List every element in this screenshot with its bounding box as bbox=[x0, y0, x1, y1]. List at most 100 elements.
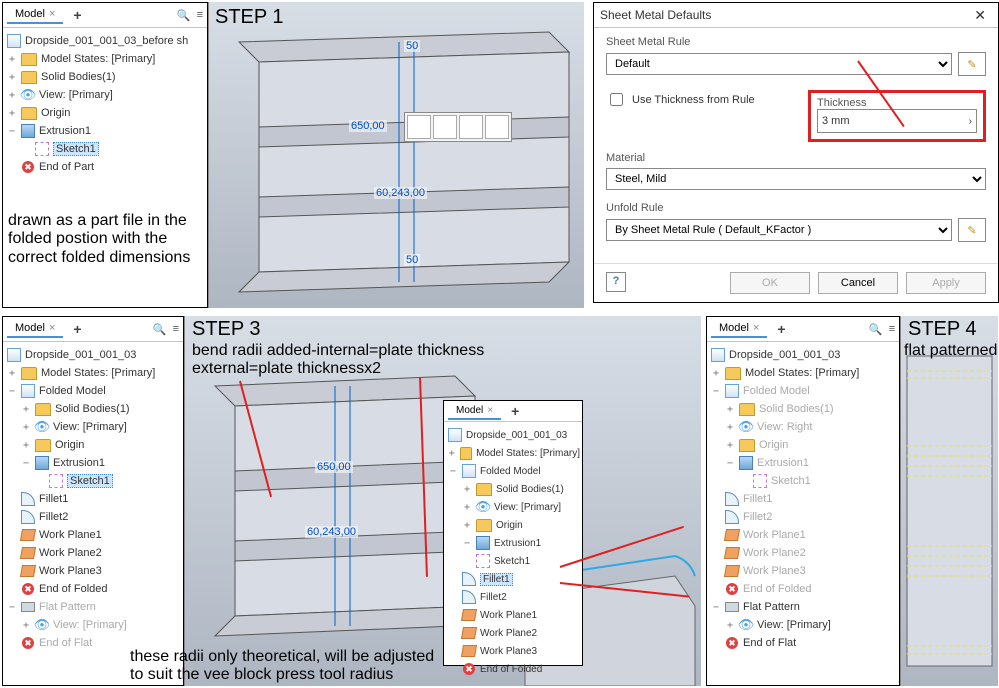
tab-add-mini[interactable]: + bbox=[505, 403, 525, 419]
close-icon[interactable]: × bbox=[49, 322, 55, 334]
tree-wp1[interactable]: Work Plane1 bbox=[7, 526, 181, 544]
tree-model-states[interactable]: +Model States: [Primary] bbox=[448, 444, 580, 462]
edit-unfold-button[interactable]: ✎ bbox=[958, 218, 986, 242]
ok-button[interactable]: OK bbox=[730, 272, 810, 294]
note-step1: drawn as a part file in the folded posti… bbox=[8, 212, 190, 267]
tab-model[interactable]: Model× bbox=[711, 320, 767, 338]
thickness-input[interactable]: 3 mm› bbox=[817, 109, 977, 133]
tree-view-flat[interactable]: +👁View: [Primary] bbox=[711, 616, 897, 634]
tree-flat-pattern[interactable]: −Flat Pattern bbox=[711, 598, 897, 616]
tree-origin[interactable]: +Origin bbox=[7, 104, 205, 122]
material-select[interactable]: Steel, Mild bbox=[606, 168, 986, 190]
search-icon[interactable]: 🔍 bbox=[153, 323, 167, 336]
menu-icon[interactable]: ≡ bbox=[889, 323, 895, 336]
tree-end-folded[interactable]: ✖End of Folded bbox=[711, 580, 897, 598]
tree-root[interactable]: Dropside_001_001_03 bbox=[448, 426, 580, 444]
sheet-metal-rule-select[interactable]: Default bbox=[606, 53, 952, 75]
tree-fillet2[interactable]: Fillet2 bbox=[448, 588, 580, 606]
tree-view[interactable]: +👁View: [Primary] bbox=[7, 418, 181, 436]
apply-button[interactable]: Apply bbox=[906, 272, 986, 294]
menu-icon[interactable]: ≡ bbox=[197, 9, 203, 22]
unfold-rule-select[interactable]: By Sheet Metal Rule ( Default_KFactor ) bbox=[606, 219, 952, 241]
label-thickness: Thickness bbox=[817, 97, 977, 109]
tree-fillet1[interactable]: Fillet1 bbox=[448, 570, 580, 588]
dim-lower: 60,243,00 bbox=[305, 526, 358, 538]
menu-icon[interactable]: ≡ bbox=[173, 323, 179, 336]
tab-add[interactable]: + bbox=[67, 7, 87, 23]
tree-root[interactable]: Dropside_001_001_03_before sh bbox=[7, 32, 205, 50]
tree-root[interactable]: Dropside_001_001_03 bbox=[7, 346, 181, 364]
tree-root[interactable]: Dropside_001_001_03 bbox=[711, 346, 897, 364]
close-icon[interactable]: × bbox=[49, 8, 55, 20]
tree-solid-bodies[interactable]: +Solid Bodies(1) bbox=[7, 68, 205, 86]
close-icon[interactable]: × bbox=[753, 322, 759, 334]
tree-fillet1[interactable]: Fillet1 bbox=[7, 490, 181, 508]
tree-extrusion[interactable]: −Extrusion1 bbox=[7, 454, 181, 472]
note-step3b: these radii only theoretical, will be ad… bbox=[130, 648, 434, 685]
tree-end-folded[interactable]: ✖End of Folded bbox=[7, 580, 181, 598]
tree-end-of-part[interactable]: ✖End of Part bbox=[7, 158, 205, 176]
use-thickness-input[interactable] bbox=[610, 93, 623, 106]
dim-tool-4[interactable] bbox=[485, 115, 509, 139]
tree-folded-model[interactable]: −Folded Model bbox=[711, 382, 897, 400]
tab-model[interactable]: Model× bbox=[7, 320, 63, 338]
tree-fillet1[interactable]: Fillet1 bbox=[711, 490, 897, 508]
tree-model-states[interactable]: +Model States: [Primary] bbox=[7, 364, 181, 382]
dim-top: 50 bbox=[404, 40, 420, 52]
viewport-flat-pattern bbox=[901, 316, 998, 686]
use-thickness-checkbox[interactable]: Use Thickness from Rule bbox=[606, 90, 755, 109]
tree-view-right[interactable]: +👁View: Right bbox=[711, 418, 897, 436]
tree-solid-bodies[interactable]: +Solid Bodies(1) bbox=[7, 400, 181, 418]
tree-origin[interactable]: +Origin bbox=[7, 436, 181, 454]
tree-folded-model[interactable]: −Folded Model bbox=[448, 462, 580, 480]
label-material: Material bbox=[606, 152, 986, 164]
tree-wp3[interactable]: Work Plane3 bbox=[448, 642, 580, 660]
dim-bottom: 50 bbox=[404, 254, 420, 266]
help-button[interactable]: ? bbox=[606, 272, 626, 292]
tree-solid-bodies[interactable]: +Solid Bodies(1) bbox=[711, 400, 897, 418]
tree-extrusion[interactable]: −Extrusion1 bbox=[448, 534, 580, 552]
tree-folded-model[interactable]: −Folded Model bbox=[7, 382, 181, 400]
tab-model[interactable]: Model× bbox=[7, 6, 63, 24]
tree-model-states[interactable]: +Model States: [Primary] bbox=[7, 50, 205, 68]
dimension-toolbar[interactable] bbox=[404, 112, 512, 142]
tree-sketch[interactable]: Sketch1 bbox=[711, 472, 897, 490]
tree-view-flat[interactable]: +👁View: [Primary] bbox=[7, 616, 181, 634]
tab-add[interactable]: + bbox=[67, 321, 87, 337]
tree-wp2[interactable]: Work Plane2 bbox=[448, 624, 580, 642]
tree-solid-bodies[interactable]: +Solid Bodies(1) bbox=[448, 480, 580, 498]
dim-tool-1[interactable] bbox=[407, 115, 431, 139]
tree-sketch[interactable]: Sketch1 bbox=[448, 552, 580, 570]
tree-sketch[interactable]: Sketch1 bbox=[7, 140, 205, 158]
tab-add[interactable]: + bbox=[771, 321, 791, 337]
cancel-button[interactable]: Cancel bbox=[818, 272, 898, 294]
dim-tool-3[interactable] bbox=[459, 115, 483, 139]
edit-rule-button[interactable]: ✎ bbox=[958, 52, 986, 76]
tree-wp2[interactable]: Work Plane2 bbox=[7, 544, 181, 562]
close-icon[interactable]: ✕ bbox=[968, 7, 992, 24]
tree-origin[interactable]: +Origin bbox=[448, 516, 580, 534]
tree-wp3[interactable]: Work Plane3 bbox=[7, 562, 181, 580]
chevron-right-icon[interactable]: › bbox=[969, 116, 972, 127]
dim-tool-2[interactable] bbox=[433, 115, 457, 139]
tree-extrusion[interactable]: −Extrusion1 bbox=[7, 122, 205, 140]
tree-end-flat[interactable]: ✖End of Flat bbox=[711, 634, 897, 652]
tree-view[interactable]: +👁View: [Primary] bbox=[7, 86, 205, 104]
tree-sketch[interactable]: Sketch1 bbox=[7, 472, 181, 490]
tree-wp3[interactable]: Work Plane3 bbox=[711, 562, 897, 580]
tree-wp1[interactable]: Work Plane1 bbox=[711, 526, 897, 544]
tab-model-mini[interactable]: Model× bbox=[448, 403, 501, 420]
tree-end-folded[interactable]: ✖End of Folded bbox=[448, 660, 580, 678]
tree-flat-pattern[interactable]: −Flat Pattern bbox=[7, 598, 181, 616]
tree-wp1[interactable]: Work Plane1 bbox=[448, 606, 580, 624]
tree-extrusion[interactable]: −Extrusion1 bbox=[711, 454, 897, 472]
tree-fillet2[interactable]: Fillet2 bbox=[711, 508, 897, 526]
search-icon[interactable]: 🔍 bbox=[177, 9, 191, 22]
tree-origin[interactable]: +Origin bbox=[711, 436, 897, 454]
note-step4: flat patterned bbox=[904, 342, 997, 360]
search-icon[interactable]: 🔍 bbox=[869, 323, 883, 336]
tree-wp2[interactable]: Work Plane2 bbox=[711, 544, 897, 562]
tree-fillet2[interactable]: Fillet2 bbox=[7, 508, 181, 526]
tree-model-states[interactable]: +Model States: [Primary] bbox=[711, 364, 897, 382]
tree-view[interactable]: +👁View: [Primary] bbox=[448, 498, 580, 516]
